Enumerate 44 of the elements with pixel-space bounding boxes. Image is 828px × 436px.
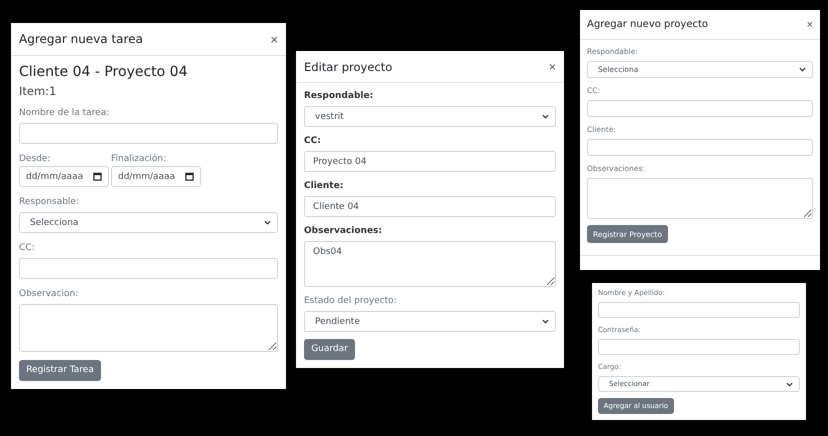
select-field[interactable]: vestrit [304, 106, 556, 127]
modal-title: Agregar nueva tarea [19, 32, 143, 46]
input-field[interactable] [598, 339, 800, 355]
input-field[interactable] [19, 258, 278, 279]
chevron-icon [264, 220, 271, 225]
input-field[interactable] [587, 139, 813, 156]
date-field[interactable]: dd/mm/aaaa [19, 166, 109, 187]
chevron-icon [542, 114, 549, 119]
calendar-icon [93, 172, 102, 181]
field-label: Observaciones: [304, 226, 384, 236]
submit-button[interactable]: Guardar [304, 339, 356, 360]
field-label: Finalización: [111, 154, 168, 164]
field-label: Observacion: [19, 289, 80, 299]
input-field[interactable]: Cliente 04 [304, 196, 556, 217]
input-field[interactable] [587, 100, 813, 117]
project-heading: Cliente 04 - Proyecto 04 [19, 64, 188, 80]
field-label: CC: [304, 136, 322, 146]
field-label: Respondable: [304, 91, 374, 101]
input-field[interactable] [598, 302, 800, 318]
close-button[interactable]: × [806, 18, 813, 30]
text-area[interactable] [587, 178, 813, 219]
close-button[interactable]: × [548, 60, 556, 74]
field-label: Responsable: [19, 197, 80, 207]
select-field[interactable]: Pendiente [304, 311, 556, 332]
modal-title: Editar proyecto [304, 60, 392, 74]
field-label: Nombre de la tarea: [19, 108, 110, 118]
input-field[interactable] [19, 123, 278, 144]
field-label: Desde: [19, 154, 52, 164]
chevron-icon [786, 382, 793, 386]
field-label: Estado del proyecto: [304, 296, 398, 306]
input-field[interactable]: Proyecto 04 [304, 151, 556, 172]
chevron-icon [799, 67, 806, 72]
field-label: CC: [19, 243, 36, 253]
modal-title: Agregar nuevo proyecto [587, 19, 708, 30]
chevron-icon [542, 319, 549, 324]
date-field[interactable]: dd/mm/aaaa [111, 166, 201, 187]
submit-button[interactable]: Registrar Tarea [19, 360, 102, 381]
item-subheading: Item:1 [19, 84, 58, 98]
calendar-icon [185, 172, 194, 181]
field-label: Cliente: [304, 181, 344, 191]
text-area[interactable]: Obs04 [304, 241, 556, 287]
text-area[interactable] [19, 304, 278, 352]
select-field[interactable]: Selecciona [19, 212, 278, 233]
close-button[interactable]: × [270, 32, 278, 46]
